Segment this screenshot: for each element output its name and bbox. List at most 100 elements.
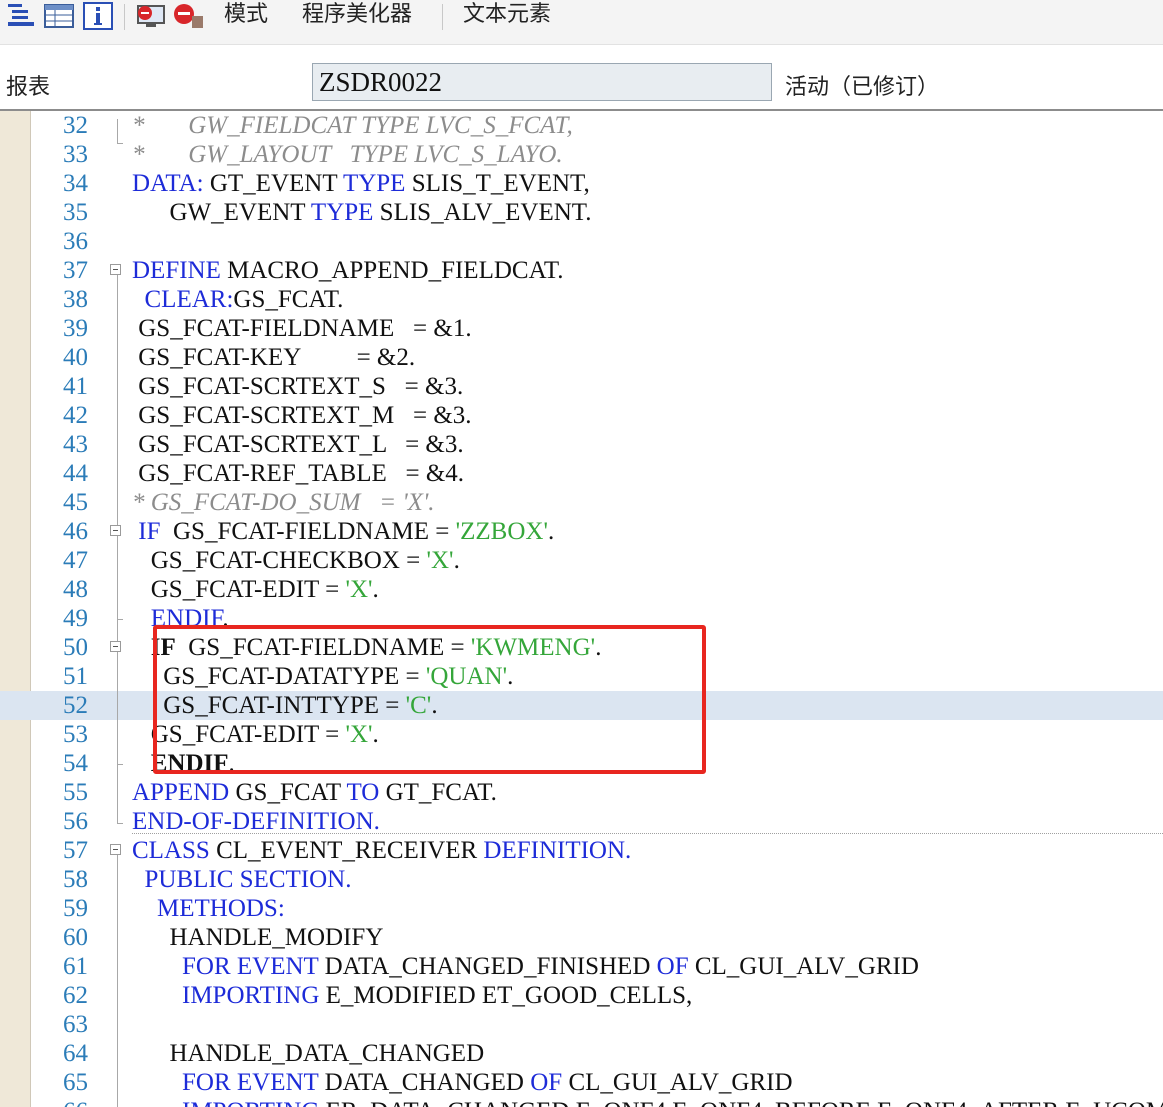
code-text: GS_FCAT-FIELDNAME = &1. [132,314,471,343]
fold-toggle-icon[interactable] [110,264,121,275]
code-token: GS_FCAT-KEY = &2. [132,344,416,371]
line-number: 64 [63,1040,88,1067]
status-text: 活动（已修订） [785,75,940,100]
line-number: 44 [63,460,88,487]
code-line[interactable]: 56 END-OF-DEFINITION. [0,807,1163,836]
line-number: 42 [63,402,88,429]
report-label: 报表 [6,75,51,100]
code-token: * GW_FIELDCAT TYPE LVC_S_FCAT, [132,112,573,139]
code-text: FOR EVENT DATA_CHANGED OF CL_GUI_ALV_GRI… [132,1068,793,1097]
code-line[interactable]: 44 GS_FCAT-REF_TABLE = &4. [0,459,1163,488]
code-token: TYPE [310,199,374,226]
menu-mode[interactable]: 模式 [224,0,268,30]
menu-text-elements[interactable]: 文本元素 [463,0,551,30]
code-line[interactable]: 34 DATA: GT_EVENT TYPE SLIS_T_EVENT, [0,169,1163,198]
code-line[interactable]: 43 GS_FCAT-SCRTEXT_L = &3. [0,430,1163,459]
line-number: 43 [63,431,88,458]
code-token: OF [530,1069,563,1096]
fold-toggle-icon[interactable] [110,525,121,536]
line-number: 35 [63,199,88,226]
code-line[interactable]: 40 GS_FCAT-KEY = &2. [0,343,1163,372]
code-text: GS_FCAT-KEY = &2. [132,343,415,372]
code-text: * GW_FIELDCAT TYPE LVC_S_FCAT, [132,111,573,140]
code-line[interactable]: 59 METHODS: [0,894,1163,923]
highlight-annotation-box [153,625,706,774]
line-number: 34 [63,170,88,197]
code-token: ER_DATA_CHANGED E_ONF4 E_ONF4_BEFORE E_O… [319,1098,1163,1107]
code-token: IF [132,518,161,545]
code-line[interactable]: 36 [0,227,1163,256]
code-line[interactable]: 61 FOR EVENT DATA_CHANGED_FINISHED OF CL… [0,952,1163,981]
code-token: IMPORTING [182,982,320,1009]
align-icon[interactable] [4,2,38,30]
code-line[interactable]: 55 APPEND GS_FCAT TO GT_FCAT. [0,778,1163,807]
code-editor[interactable]: 32 * GW_FIELDCAT TYPE LVC_S_FCAT, 33 * GW_L… [0,111,1163,1107]
code-line[interactable]: 64 HANDLE_DATA_CHANGED [0,1039,1163,1068]
fold-toggle-icon[interactable] [110,641,121,652]
info-icon[interactable] [82,2,114,30]
code-line[interactable]: 62 IMPORTING E_MODIFIED ET_GOOD_CELLS, [0,981,1163,1010]
code-text: IMPORTING E_MODIFIED ET_GOOD_CELLS, [132,981,692,1010]
code-line[interactable]: 41 GS_FCAT-SCRTEXT_S = &3. [0,372,1163,401]
code-text: * GW_LAYOUT TYPE LVC_S_LAYO. [132,140,563,169]
menu-pretty-printer[interactable]: 程序美化器 [302,0,412,30]
code-line[interactable]: 42 GS_FCAT-SCRTEXT_M = &3. [0,401,1163,430]
line-number: 61 [63,953,88,980]
code-text: HANDLE_DATA_CHANGED [132,1039,485,1068]
code-token: DEFINITION. [483,837,632,864]
fold-toggle-icon[interactable] [110,844,121,855]
code-text: DATA: GT_EVENT TYPE SLIS_T_EVENT, [132,169,590,198]
code-line[interactable]: 58 PUBLIC SECTION. [0,865,1163,894]
code-line[interactable]: 60 HANDLE_MODIFY [0,923,1163,952]
code-text: HANDLE_MODIFY [132,923,384,952]
code-text: * GS_FCAT-DO_SUM = 'X'. [132,488,435,517]
code-token: * GW_LAYOUT TYPE LVC_S_LAYO. [132,141,563,168]
code-token: 'X' [426,547,454,574]
code-text: GS_FCAT-CHECKBOX = 'X'. [132,546,460,575]
program-name-field[interactable]: ZSDR0022 [312,63,772,101]
code-token: CLASS [132,837,210,864]
debug-icon[interactable] [172,2,206,30]
code-token: GS_FCAT-SCRTEXT_M = &3. [132,402,472,429]
code-text: GS_FCAT-REF_TABLE = &4. [132,459,464,488]
code-line[interactable]: 46 IF GS_FCAT-FIELDNAME = 'ZZBOX'. [0,517,1163,546]
code-line[interactable]: 66 IMPORTING ER_DATA_CHANGED E_ONF4 E_ON… [0,1097,1163,1107]
code-text: GS_FCAT-SCRTEXT_M = &3. [132,401,472,430]
table-icon[interactable] [42,2,76,30]
code-token: 'ZZBOX' [455,518,548,545]
line-number: 40 [63,344,88,371]
code-line[interactable]: 35 GW_EVENT TYPE SLIS_ALV_EVENT. [0,198,1163,227]
code-line[interactable]: 57 CLASS CL_EVENT_RECEIVER DEFINITION. [0,836,1163,865]
code-token: DATA: [132,170,204,197]
line-number: 36 [63,228,88,255]
line-number: 45 [63,489,88,516]
code-line[interactable]: 38 CLEAR:GS_FCAT. [0,285,1163,314]
code-line[interactable]: 63 [0,1010,1163,1039]
code-text: GW_EVENT TYPE SLIS_ALV_EVENT. [132,198,592,227]
line-number: 50 [63,634,88,661]
program-header: 报表 ZSDR0022 活动（已修订） [0,45,1163,111]
code-text: GS_FCAT-SCRTEXT_L = &3. [132,430,463,459]
code-line[interactable]: 65 FOR EVENT DATA_CHANGED OF CL_GUI_ALV_… [0,1068,1163,1097]
code-token: FOR EVENT [182,1069,319,1096]
code-token: GS_FCAT-REF_TABLE = &4. [132,460,465,487]
code-token: SLIS_ALV_EVENT. [373,199,592,226]
code-token: . [547,518,555,545]
code-line[interactable]: 47 GS_FCAT-CHECKBOX = 'X'. [0,546,1163,575]
code-line[interactable]: 33 * GW_LAYOUT TYPE LVC_S_LAYO. [0,140,1163,169]
code-token: GT_FCAT. [379,779,497,806]
code-line[interactable]: 45 * GS_FCAT-DO_SUM = 'X'. [0,488,1163,517]
code-line[interactable]: 48 GS_FCAT-EDIT = 'X'. [0,575,1163,604]
code-text: APPEND GS_FCAT TO GT_FCAT. [132,778,497,807]
line-number: 48 [63,576,88,603]
code-token: GS_FCAT-FIELDNAME = [160,518,456,545]
code-token: E_MODIFIED ET_GOOD_CELLS, [319,982,693,1009]
code-token: CL_EVENT_RECEIVER [209,837,484,864]
monitor-icon[interactable] [134,2,168,30]
code-line[interactable]: 37 DEFINE MACRO_APPEND_FIELDCAT. [0,256,1163,285]
code-line[interactable]: 32 * GW_FIELDCAT TYPE LVC_S_FCAT, [0,111,1163,140]
code-token: DEFINE [132,257,221,284]
code-line[interactable]: 39 GS_FCAT-FIELDNAME = &1. [0,314,1163,343]
